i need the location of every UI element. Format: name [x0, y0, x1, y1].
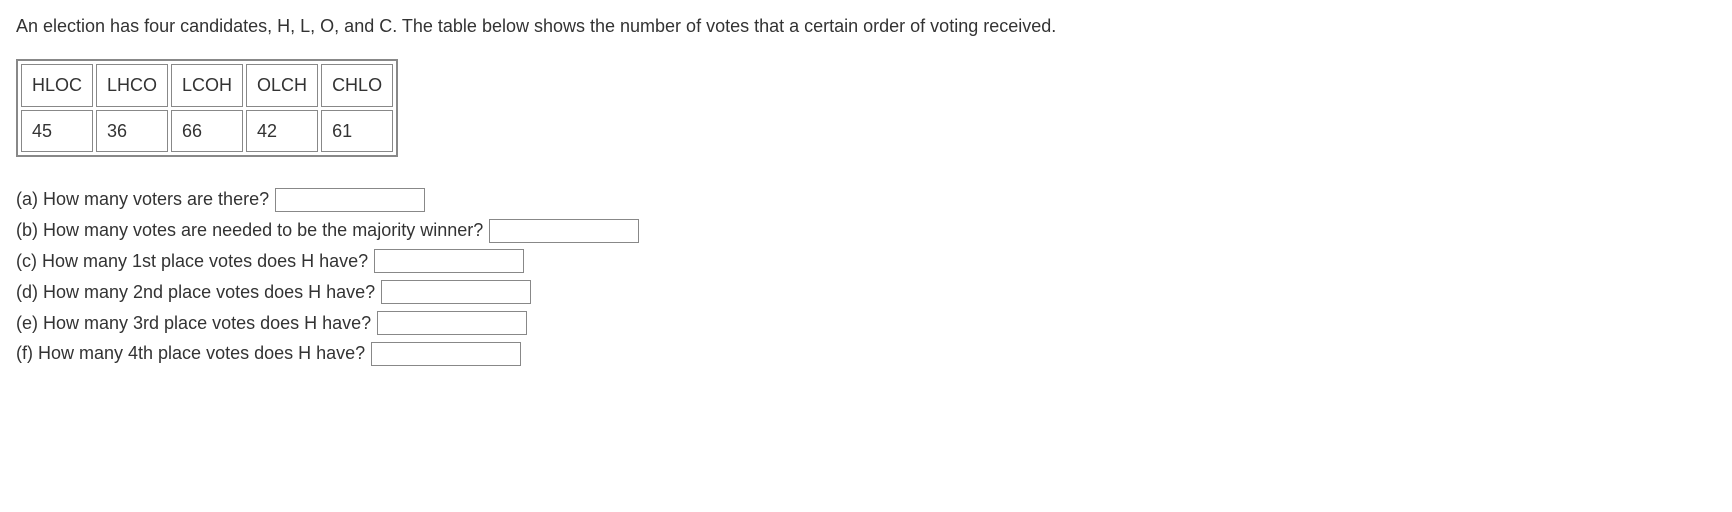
table-cell: 61 — [321, 110, 393, 153]
answer-input-d[interactable] — [381, 280, 531, 304]
problem-intro: An election has four candidates, H, L, O… — [16, 12, 1716, 41]
votes-table: HLOC LHCO LCOH OLCH CHLO 45 36 66 42 61 — [16, 59, 398, 158]
table-cell: 36 — [96, 110, 168, 153]
answer-input-b[interactable] — [489, 219, 639, 243]
question-e: (e) How many 3rd place votes does H have… — [16, 309, 1716, 338]
table-row: HLOC LHCO LCOH OLCH CHLO — [21, 64, 393, 107]
answer-input-f[interactable] — [371, 342, 521, 366]
table-cell: LHCO — [96, 64, 168, 107]
question-text: (f) How many 4th place votes does H have… — [16, 339, 365, 368]
question-d: (d) How many 2nd place votes does H have… — [16, 278, 1716, 307]
table-cell: 45 — [21, 110, 93, 153]
question-f: (f) How many 4th place votes does H have… — [16, 339, 1716, 368]
question-text: (a) How many voters are there? — [16, 185, 269, 214]
table-cell: OLCH — [246, 64, 318, 107]
table-cell: LCOH — [171, 64, 243, 107]
question-c: (c) How many 1st place votes does H have… — [16, 247, 1716, 276]
question-text: (d) How many 2nd place votes does H have… — [16, 278, 375, 307]
table-cell: 66 — [171, 110, 243, 153]
table-cell: CHLO — [321, 64, 393, 107]
answer-input-c[interactable] — [374, 249, 524, 273]
question-a: (a) How many voters are there? — [16, 185, 1716, 214]
question-b: (b) How many votes are needed to be the … — [16, 216, 1716, 245]
table-cell: HLOC — [21, 64, 93, 107]
answer-input-a[interactable] — [275, 188, 425, 212]
answer-input-e[interactable] — [377, 311, 527, 335]
table-cell: 42 — [246, 110, 318, 153]
table-row: 45 36 66 42 61 — [21, 110, 393, 153]
question-text: (b) How many votes are needed to be the … — [16, 216, 483, 245]
question-text: (e) How many 3rd place votes does H have… — [16, 309, 371, 338]
question-text: (c) How many 1st place votes does H have… — [16, 247, 368, 276]
